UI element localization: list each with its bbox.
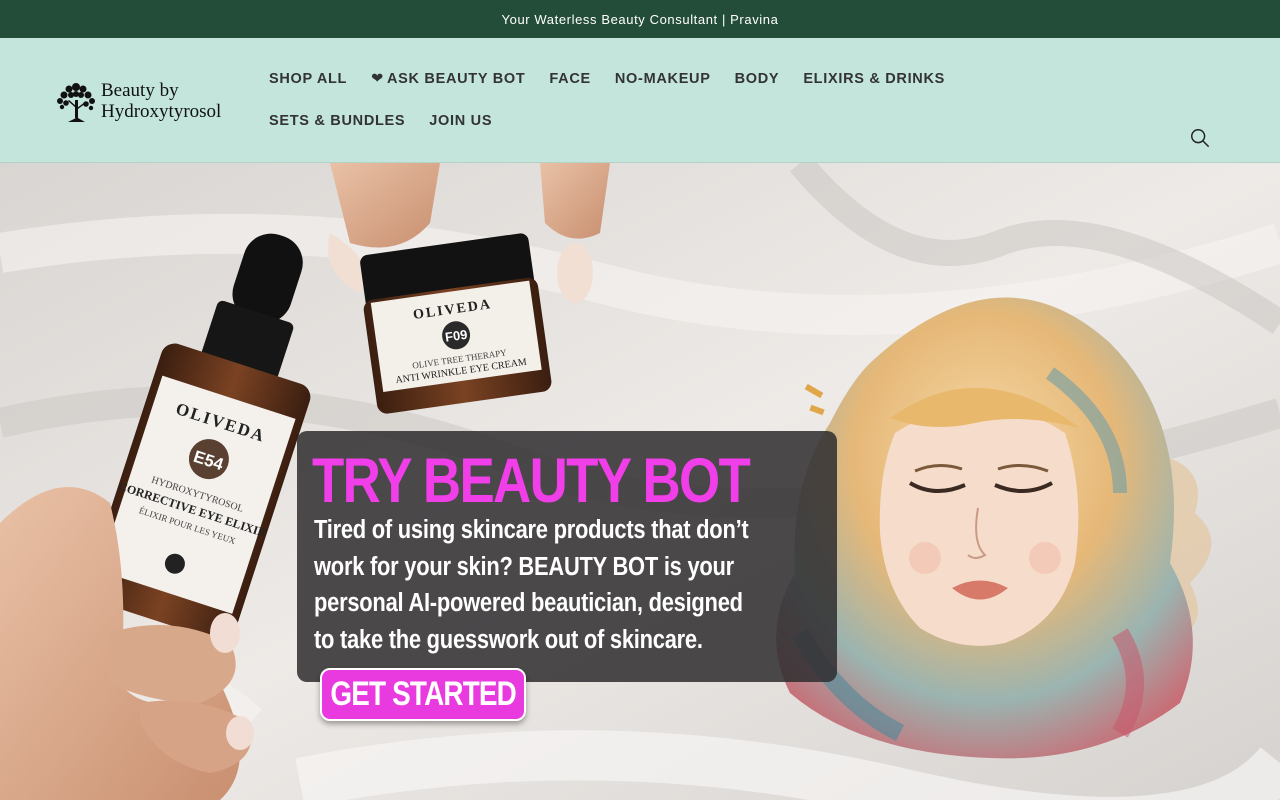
promo-line: to take the guesswork out of skincare. bbox=[314, 625, 703, 654]
hero-banner: OLIVEDA F09 OLIVE TREE THERAPY ANTI WRIN… bbox=[0, 163, 1280, 800]
nav-label: JOIN US bbox=[429, 113, 493, 129]
heart-icon: ❤ bbox=[371, 71, 384, 87]
promo-description: Tired of using skincare products that do… bbox=[314, 512, 761, 658]
nav-ask-beauty-bot[interactable]: ❤ ASK BEAUTY BOT bbox=[359, 58, 537, 100]
announcement-text: Your Waterless Beauty Consultant | Pravi… bbox=[501, 11, 779, 27]
nav-label: ELIXIRS & DRINKS bbox=[803, 71, 946, 87]
announcement-bar: Your Waterless Beauty Consultant | Pravi… bbox=[0, 0, 1280, 38]
nav-label: NO-MAKEUP bbox=[614, 71, 711, 87]
site-header: Beauty by Hydroxytyrosol SHOP ALL ❤ ASK B… bbox=[0, 38, 1280, 163]
logo-line-1: Beauty by bbox=[101, 80, 179, 101]
tree-icon bbox=[57, 83, 95, 122]
nav-elixirs-drinks[interactable]: ELIXIRS & DRINKS bbox=[791, 58, 957, 100]
nav-label: SETS & BUNDLES bbox=[269, 113, 406, 129]
nav-body[interactable]: BODY bbox=[723, 58, 792, 100]
nav-label: BODY bbox=[734, 71, 780, 87]
promo-line: personal AI-powered beautician, designed bbox=[314, 589, 743, 617]
nav-label: SHOP ALL bbox=[269, 71, 348, 87]
nav-no-makeup[interactable]: NO-MAKEUP bbox=[603, 58, 723, 100]
nav-join-us[interactable]: JOIN US bbox=[417, 100, 504, 142]
nav-shop-all[interactable]: SHOP ALL bbox=[257, 58, 359, 100]
promo-line: work for your skin? BEAUTY BOT is your bbox=[314, 552, 734, 581]
nav-label: ASK BEAUTY BOT bbox=[386, 71, 526, 87]
nav-face[interactable]: FACE bbox=[537, 58, 602, 100]
main-nav: SHOP ALL ❤ ASK BEAUTY BOT FACE NO-MAKEUP … bbox=[257, 58, 1107, 142]
get-started-button[interactable]: GET STARTED bbox=[320, 668, 526, 721]
search-icon bbox=[1191, 129, 1209, 147]
search-button[interactable] bbox=[1184, 122, 1216, 154]
get-started-label: GET STARTED bbox=[330, 675, 516, 713]
promo-title: TRY BEAUTY BOT bbox=[312, 446, 751, 516]
nav-sets-bundles[interactable]: SETS & BUNDLES bbox=[257, 100, 417, 142]
site-logo[interactable]: Beauty by Hydroxytyrosol bbox=[54, 76, 234, 126]
logo-line-2: Hydroxytyrosol bbox=[101, 101, 222, 122]
promo-line: Tired of using skincare products that do… bbox=[314, 516, 749, 544]
logo-wordmark: Beauty by Hydroxytyrosol bbox=[101, 80, 221, 122]
svg-text:F09: F09 bbox=[444, 327, 468, 345]
nav-label: FACE bbox=[549, 71, 591, 87]
